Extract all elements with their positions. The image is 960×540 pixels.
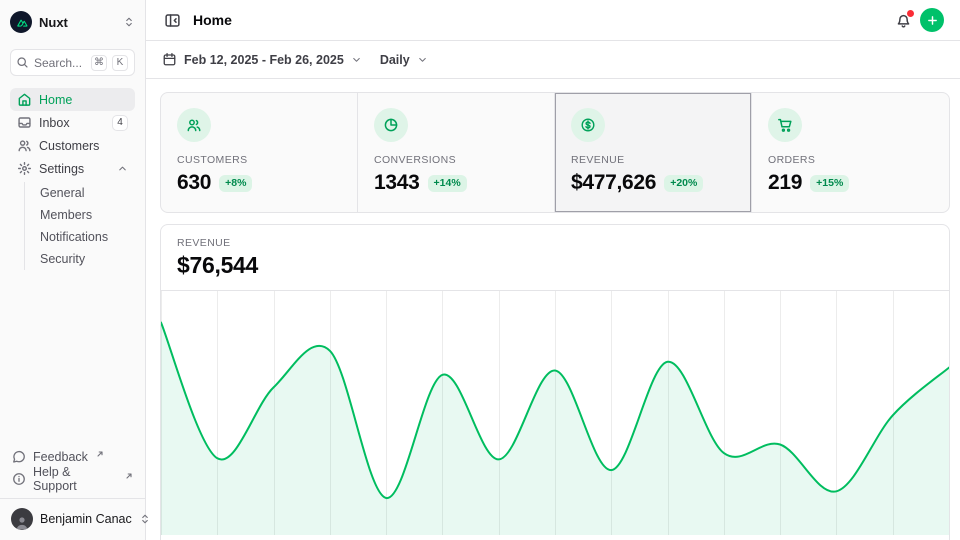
panel-left-close-icon <box>164 12 181 29</box>
notifications-button[interactable] <box>893 10 914 31</box>
chart-canvas <box>161 291 949 535</box>
sidebar-footer: Feedback Help & Support Benjamin Canac <box>10 446 135 532</box>
sidebar-item-label: Home <box>39 93 72 107</box>
sidebar-item-security[interactable]: Security <box>36 248 135 270</box>
avatar <box>11 508 33 530</box>
sidebar-nav: Home Inbox 4 Customers Settings Genera <box>10 88 135 270</box>
inbox-icon <box>17 115 32 130</box>
settings-sub-list: General Members Notifications Security <box>24 182 135 270</box>
stat-card-conversions[interactable]: CONVERSIONS 1343 +14% <box>358 93 555 212</box>
chart-metric-value: $76,544 <box>177 252 933 279</box>
help-support-label: Help & Support <box>33 465 117 493</box>
stat-delta-badge: +8% <box>219 175 252 192</box>
sidebar-item-label: Inbox <box>39 116 70 130</box>
stat-delta-badge: +14% <box>428 175 467 192</box>
stat-label: ORDERS <box>768 154 933 166</box>
users-icon <box>177 108 211 142</box>
notification-dot <box>907 10 914 17</box>
stat-label: CONVERSIONS <box>374 154 538 166</box>
page-header: Home <box>146 0 960 41</box>
chevrons-up-down-icon <box>123 16 135 28</box>
user-name: Benjamin Canac <box>40 512 132 526</box>
chart-header: REVENUE $76,544 <box>161 225 949 291</box>
sidebar-item-members[interactable]: Members <box>36 204 135 226</box>
sidebar-item-general[interactable]: General <box>36 182 135 204</box>
inbox-count-badge: 4 <box>112 115 128 131</box>
search-input[interactable]: ⌘ K <box>10 49 135 76</box>
calendar-icon <box>162 52 177 67</box>
sidebar-item-settings[interactable]: Settings <box>10 157 135 180</box>
main-panel: Home Feb 12, 2025 - Feb 26, 2025 Daily <box>146 0 960 540</box>
sidebar-item-customers[interactable]: Customers <box>10 134 135 157</box>
dashboard-content: CUSTOMERS 630 +8% CONVERSIONS 1343 +14% <box>146 79 960 540</box>
sidebar-item-label: Customers <box>39 139 99 153</box>
filters-toolbar: Feb 12, 2025 - Feb 26, 2025 Daily <box>146 41 960 79</box>
sidebar-item-inbox[interactable]: Inbox 4 <box>10 111 135 134</box>
sidebar-item-notifications[interactable]: Notifications <box>36 226 135 248</box>
feedback-label: Feedback <box>33 450 88 464</box>
stat-card-orders[interactable]: ORDERS 219 +15% <box>752 93 949 212</box>
revenue-chart-card: REVENUE $76,544 14 Feb16 Feb18 Feb20 Feb… <box>160 224 950 540</box>
kbd-cmd: ⌘ <box>91 55 107 71</box>
stat-card-customers[interactable]: CUSTOMERS 630 +8% <box>161 93 358 212</box>
workspace-switcher[interactable]: Nuxt <box>10 10 135 34</box>
chart-metric-label: REVENUE <box>177 237 933 249</box>
users-icon <box>17 138 32 153</box>
stat-value: 1343 <box>374 171 420 195</box>
stat-delta-badge: +15% <box>810 175 849 192</box>
dollar-circle-icon <box>571 108 605 142</box>
stat-card-revenue[interactable]: REVENUE $477,626 +20% <box>555 93 752 212</box>
info-circle-icon <box>12 472 26 486</box>
stat-delta-badge: +20% <box>664 175 703 192</box>
sidebar-item-label: Settings <box>39 162 84 176</box>
chevron-up-icon <box>117 163 128 174</box>
help-support-link[interactable]: Help & Support <box>10 468 135 490</box>
stat-value: $477,626 <box>571 171 656 195</box>
stat-value: 630 <box>177 171 211 195</box>
search-field[interactable] <box>34 56 86 70</box>
gear-icon <box>17 161 32 176</box>
page-title: Home <box>193 12 232 28</box>
chevrons-up-down-icon <box>139 513 151 525</box>
home-icon <box>17 92 32 107</box>
message-circle-icon <box>12 450 26 464</box>
kbd-k: K <box>112 55 128 71</box>
search-icon <box>16 56 29 69</box>
sidebar-divider <box>0 498 145 499</box>
revenue-area-chart[interactable] <box>161 291 949 535</box>
external-link-icon <box>96 450 104 458</box>
chevron-down-icon <box>417 54 428 65</box>
date-range-picker[interactable]: Feb 12, 2025 - Feb 26, 2025 <box>162 52 362 67</box>
stat-label: REVENUE <box>571 154 735 166</box>
nuxt-logo-icon <box>10 11 32 33</box>
chart-area-fill <box>161 323 949 536</box>
granularity-label: Daily <box>380 53 410 67</box>
chart-x-axis: 14 Feb16 Feb18 Feb20 Feb22 Feb24 Feb <box>161 535 949 540</box>
stat-value: 219 <box>768 171 802 195</box>
granularity-select[interactable]: Daily <box>380 53 428 67</box>
external-link-icon <box>125 472 133 480</box>
workspace-name: Nuxt <box>39 15 68 30</box>
sidebar: Nuxt ⌘ K Home Inbox 4 <box>0 0 146 540</box>
user-menu[interactable]: Benjamin Canac <box>10 506 135 532</box>
sidebar-item-home[interactable]: Home <box>10 88 135 111</box>
cart-icon <box>768 108 802 142</box>
stats-row: CUSTOMERS 630 +8% CONVERSIONS 1343 +14% <box>160 92 950 213</box>
add-button[interactable] <box>920 8 944 32</box>
pie-chart-icon <box>374 108 408 142</box>
collapse-sidebar-button[interactable] <box>162 10 183 31</box>
plus-icon <box>926 14 939 27</box>
stat-label: CUSTOMERS <box>177 154 341 166</box>
date-range-label: Feb 12, 2025 - Feb 26, 2025 <box>184 53 344 67</box>
chevron-down-icon <box>351 54 362 65</box>
